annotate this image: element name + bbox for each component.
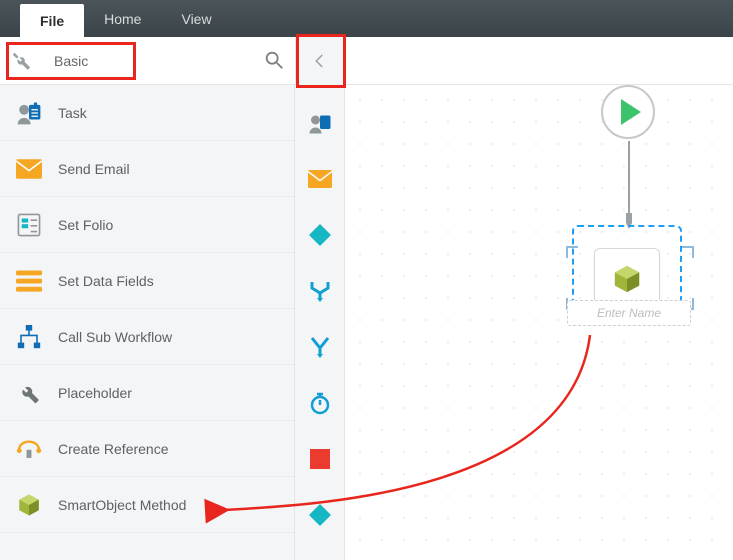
toolbox-item-label: Placeholder [58, 385, 132, 401]
toolbox-item-send-email[interactable]: Send Email [0, 141, 294, 197]
toolbox-item-label: Task [58, 105, 87, 121]
toolbox-item-label: SmartObject Method [58, 497, 186, 513]
menu-view[interactable]: View [161, 0, 231, 37]
chevron-left-icon [311, 52, 329, 70]
rail-task-icon[interactable] [295, 95, 345, 151]
toolbox-item-set-folio[interactable]: Set Folio [0, 197, 294, 253]
rail-diamond2-icon[interactable] [295, 487, 345, 543]
toolbox-toggle[interactable] [295, 37, 345, 85]
connector-line [626, 141, 632, 231]
rail-diamond-icon[interactable] [295, 207, 345, 263]
start-node[interactable] [601, 85, 655, 139]
data-fields-icon [14, 270, 44, 292]
toolbox-item-create-reference[interactable]: Create Reference [0, 421, 294, 477]
menu-file[interactable]: File [20, 4, 84, 37]
toolbox-item-set-data-fields[interactable]: Set Data Fields [0, 253, 294, 309]
category-rail [295, 85, 345, 560]
toolbox-item-label: Set Data Fields [58, 273, 154, 289]
email-icon [14, 159, 44, 179]
menu-bar: File Home View [0, 0, 733, 37]
toolbox-item-label: Send Email [58, 161, 130, 177]
toolbox-panel: Task Send Email Set Folio Set Data Field… [0, 85, 295, 560]
rail-email-icon[interactable] [295, 151, 345, 207]
smartobject-icon [14, 493, 44, 517]
task-icon [14, 100, 44, 126]
rail-merge-icon[interactable] [295, 319, 345, 375]
workflow-canvas[interactable]: Enter Name [345, 85, 733, 560]
toolbox-item-label: Call Sub Workflow [58, 329, 172, 345]
breadcrumb-current[interactable]: Basic [44, 46, 102, 76]
toolbox-item-label: Set Folio [58, 217, 113, 233]
reference-icon [14, 438, 44, 460]
tools-icon [8, 48, 34, 74]
step-name-input[interactable]: Enter Name [567, 300, 691, 326]
wrench-icon [14, 381, 44, 405]
search-icon[interactable] [263, 49, 285, 71]
folio-icon [14, 212, 44, 238]
toolbox-item-label: Create Reference [58, 441, 169, 457]
play-icon [621, 99, 641, 125]
rail-timer-icon[interactable] [295, 375, 345, 431]
toolbox-item-call-sub-workflow[interactable]: Call Sub Workflow [0, 309, 294, 365]
toolbar: Basic Toolbox Toggle [0, 37, 733, 85]
rail-stop-icon[interactable] [295, 431, 345, 487]
toolbox-breadcrumb: Basic [0, 37, 295, 85]
rail-split-icon[interactable] [295, 263, 345, 319]
toolbox-item-placeholder[interactable]: Placeholder [0, 365, 294, 421]
toolbox-item-task[interactable]: Task [0, 85, 294, 141]
menu-home[interactable]: Home [84, 0, 161, 37]
sub-workflow-icon [14, 325, 44, 349]
smartobject-icon [612, 264, 642, 294]
toolbox-item-smartobject-method[interactable]: SmartObject Method [0, 477, 294, 533]
